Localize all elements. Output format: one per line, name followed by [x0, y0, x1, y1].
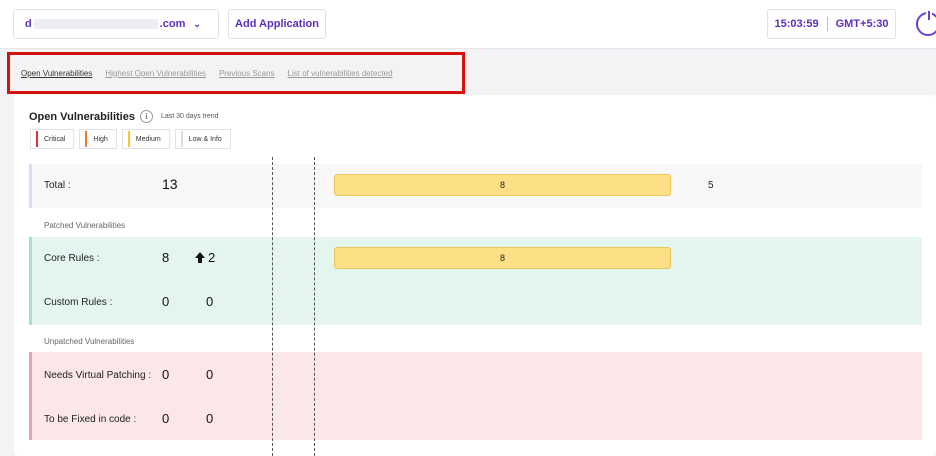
fixed-in-code-delta: 0 — [206, 411, 214, 426]
virtual-patching-delta: 0 — [206, 367, 214, 382]
add-application-button[interactable]: Add Application — [228, 9, 326, 39]
total-row-accent — [29, 164, 32, 208]
domain-redacted — [33, 19, 158, 29]
timezone: GMT+5:30 — [835, 18, 889, 30]
top-bar: d .com ⌄ Add Application 15:03:59 GMT+5:… — [0, 0, 936, 49]
core-rules-delta-value: 2 — [208, 250, 216, 265]
tab-highest-open-vulnerabilities[interactable]: Highest Open Vulnerabilities — [105, 69, 206, 78]
tab-vulnerabilities-list[interactable]: List of vulnerabilities detected — [288, 69, 393, 78]
legend-low-info[interactable]: Low & Info — [174, 129, 231, 149]
column-divider — [314, 157, 315, 456]
critical-swatch — [36, 131, 38, 147]
core-rules-medium-bar[interactable]: 8 — [334, 247, 671, 269]
legend-medium-label: Medium — [135, 135, 161, 143]
core-rules-count: 8 — [162, 250, 170, 265]
core-rules-label: Core Rules : — [44, 253, 100, 264]
custom-rules-delta: 0 — [206, 294, 214, 309]
legend-critical-label: Critical — [44, 135, 66, 143]
unpatched-group-accent — [29, 352, 32, 440]
legend-low-info-label: Low & Info — [188, 135, 222, 143]
domain-prefix: d — [25, 18, 32, 30]
patched-heading: Patched Vulnerabilities — [44, 221, 126, 230]
arrow-up-icon — [195, 252, 205, 263]
medium-swatch — [127, 131, 130, 147]
total-medium-bar[interactable]: 8 — [334, 174, 671, 196]
tab-previous-scans[interactable]: Previous Scans — [219, 69, 275, 78]
total-count: 13 — [162, 176, 178, 192]
unpatched-group — [29, 352, 922, 440]
custom-rules-count: 0 — [162, 294, 170, 309]
clock-display: 15:03:59 GMT+5:30 — [767, 9, 896, 39]
severity-legend: Critical High Medium Low & Info — [30, 129, 231, 149]
chevron-down-icon: ⌄ — [193, 18, 201, 29]
legend-high[interactable]: High — [79, 129, 117, 149]
column-divider — [272, 157, 273, 456]
card-title: Open Vulnerabilities i Last 30 days tren… — [29, 110, 219, 123]
current-time: 15:03:59 — [774, 18, 819, 30]
custom-rules-label: Custom Rules : — [44, 297, 113, 308]
low-info-swatch — [180, 131, 183, 147]
patched-group-accent — [29, 237, 32, 325]
core-rules-delta: 2 — [195, 250, 215, 265]
total-remaining-value: 5 — [708, 180, 714, 191]
legend-critical[interactable]: Critical — [30, 129, 75, 149]
virtual-patching-label: Needs Virtual Patching : — [44, 370, 152, 381]
card-title-text: Open Vulnerabilities — [29, 110, 135, 123]
power-icon[interactable] — [916, 11, 936, 36]
virtual-patching-count: 0 — [162, 367, 170, 382]
domain-selector[interactable]: d .com ⌄ — [13, 9, 219, 39]
clock-divider — [826, 17, 828, 31]
trend-label: Last 30 days trend — [160, 113, 219, 120]
legend-high-label: High — [93, 135, 108, 143]
high-swatch — [85, 131, 88, 147]
info-icon[interactable]: i — [139, 110, 153, 123]
legend-medium[interactable]: Medium — [121, 129, 170, 149]
unpatched-heading: Unpatched Vulnerabilities — [44, 337, 135, 346]
domain-suffix: .com — [159, 18, 186, 30]
fixed-in-code-count: 0 — [162, 411, 170, 426]
tab-bar: Open Vulnerabilities Highest Open Vulner… — [7, 52, 465, 94]
tab-open-vulnerabilities[interactable]: Open Vulnerabilities — [21, 69, 92, 78]
fixed-in-code-label: To be Fixed in code : — [44, 414, 137, 425]
total-label: Total : — [44, 180, 71, 191]
